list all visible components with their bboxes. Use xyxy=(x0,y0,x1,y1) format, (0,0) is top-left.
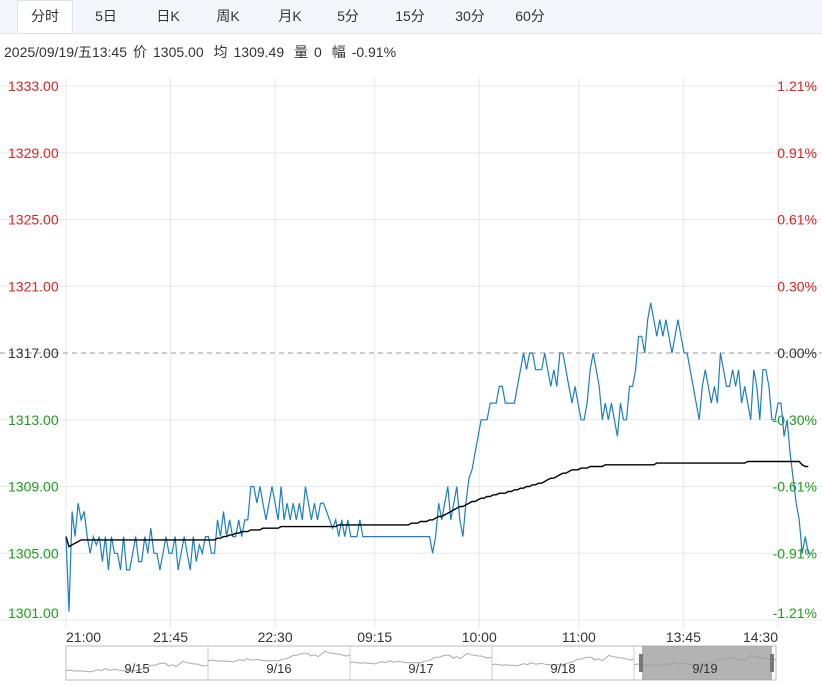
y-tick-label-left: 1301.00 xyxy=(8,605,59,621)
x-tick-label: 21:00 xyxy=(66,629,101,645)
y-tick-label-left: 1309.00 xyxy=(8,479,59,495)
navigator-day-label: 9/15 xyxy=(124,661,149,676)
navigator-handle-left[interactable] xyxy=(639,654,643,672)
y-tick-label-right: 1.21% xyxy=(777,78,817,94)
y-tick-label-left: 1329.00 xyxy=(8,145,59,161)
x-tick-label: 22:30 xyxy=(258,629,293,645)
y-tick-label-right: 0.61% xyxy=(777,212,817,228)
navigator-day-label: 9/16 xyxy=(266,661,291,676)
navigator-day-label: 9/19 xyxy=(692,661,717,676)
x-tick-label: 14:30 xyxy=(743,629,778,645)
x-tick-label: 09:15 xyxy=(357,629,392,645)
y-tick-label-left: 1305.00 xyxy=(8,545,59,561)
y-tick-label-left: 1317.00 xyxy=(8,345,59,361)
price-line xyxy=(65,302,812,612)
intraday-chart[interactable]: 1333.00 1.21% 1329.00 0.91% 1325.00 0.61% 1321… xyxy=(0,0,822,686)
navigator-handle-right[interactable] xyxy=(770,654,774,672)
y-tick-label-right: 0.91% xyxy=(777,145,817,161)
x-tick-label: 21:45 xyxy=(153,629,188,645)
navigator-day-label: 9/18 xyxy=(550,661,575,676)
y-tick-label-right: -1.21% xyxy=(773,605,817,621)
navigator-day-label: 9/17 xyxy=(408,661,433,676)
y-tick-label-left: 1313.00 xyxy=(8,412,59,428)
y-tick-label-left: 1321.00 xyxy=(8,278,59,294)
x-tick-label: 10:00 xyxy=(462,629,497,645)
y-tick-label-left: 1325.00 xyxy=(8,212,59,228)
x-tick-label: 13:45 xyxy=(666,629,701,645)
y-tick-label-right: -0.30% xyxy=(773,412,817,428)
y-tick-label-left: 1333.00 xyxy=(8,78,59,94)
y-tick-label-right: 0.30% xyxy=(777,278,817,294)
average-price-line xyxy=(65,460,809,548)
y-tick-label-right: 0.00% xyxy=(777,345,817,361)
x-tick-label: 11:00 xyxy=(562,629,596,645)
